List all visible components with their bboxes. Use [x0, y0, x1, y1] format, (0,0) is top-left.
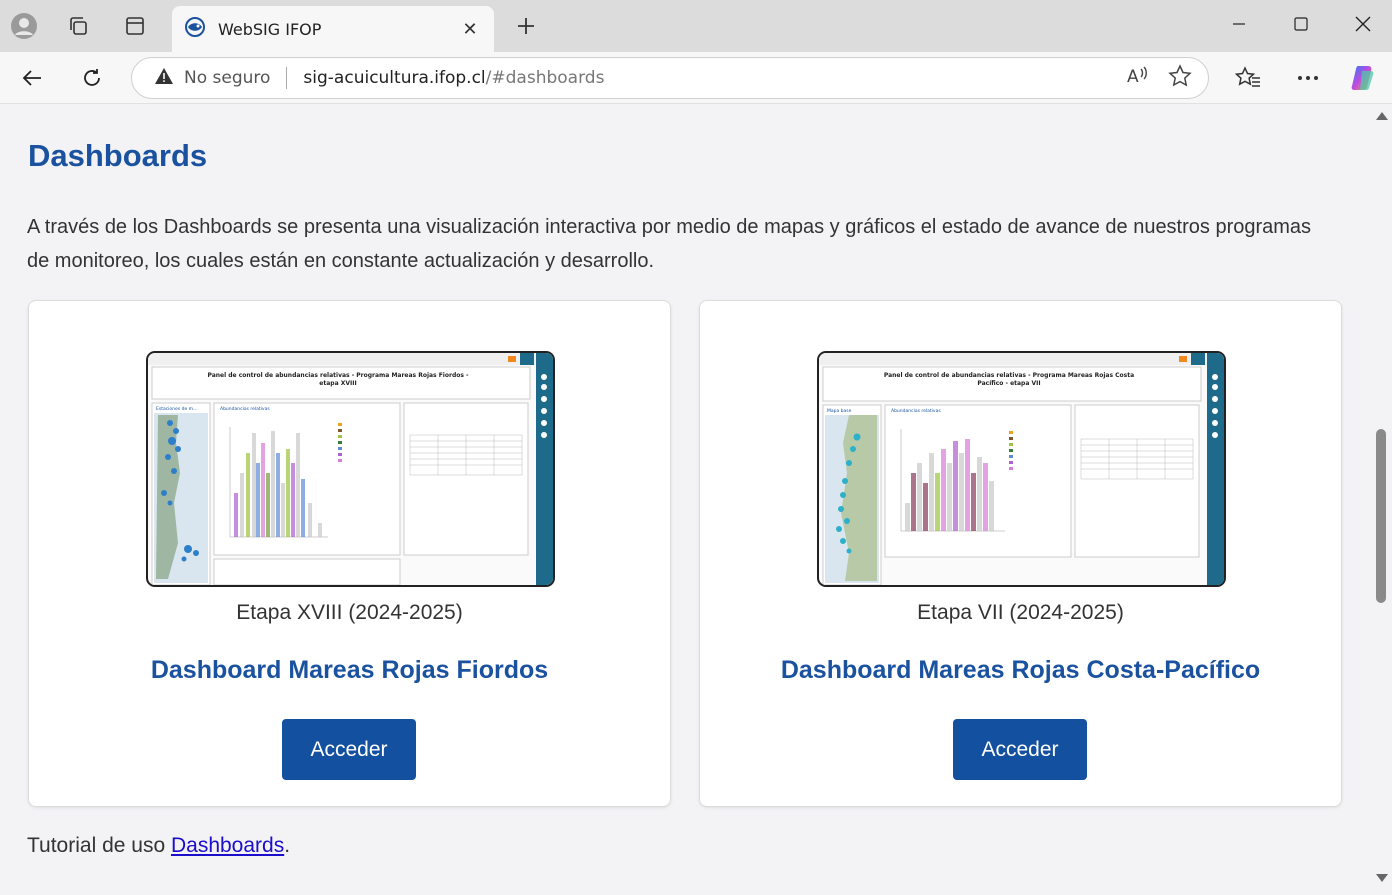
svg-text:Pacífico - etapa VII: Pacífico - etapa VII	[977, 380, 1040, 387]
tutorial-suffix: .	[284, 834, 291, 857]
access-button-fiordos[interactable]: Acceder	[282, 719, 416, 780]
tutorial-link[interactable]: Dashboards	[171, 834, 284, 857]
card-stage: Etapa XVIII (2024-2025)	[236, 601, 463, 624]
url-path[interactable]: /#dashboards	[486, 68, 605, 88]
close-window-button[interactable]	[1340, 8, 1386, 40]
tutorial-prefix: Tutorial de uso	[27, 834, 171, 857]
site-favicon-icon	[184, 16, 206, 43]
new-tab-button[interactable]	[510, 10, 542, 42]
dashboard-thumbnail[interactable]: Panel de control de abundancias relativa…	[817, 351, 1226, 587]
intro-text: A través de los Dashboards se presenta u…	[27, 216, 1312, 272]
card-stage: Etapa VII (2024-2025)	[917, 601, 1124, 624]
svg-text:Panel de control de abundancia: Panel de control de abundancias relativa…	[884, 372, 1134, 379]
warning-icon[interactable]	[154, 67, 174, 90]
url-host[interactable]: sig-acuicultura.ifop.cl	[303, 68, 485, 88]
access-button-costa-pacifico[interactable]: Acceder	[953, 719, 1087, 780]
vertical-scrollbar[interactable]	[1372, 104, 1392, 895]
favorites-icon[interactable]	[1230, 60, 1266, 96]
scroll-up-icon[interactable]	[1376, 112, 1388, 120]
tab-title: WebSIG IFOP	[218, 19, 322, 39]
copilot-icon[interactable]	[1346, 60, 1382, 96]
tab-websig-ifop[interactable]: WebSIG IFOP ✕	[172, 6, 494, 52]
dashboard-card-costa-pacifico: Panel de control de abundancias relativa…	[699, 300, 1342, 807]
profile-icon[interactable]	[6, 8, 42, 44]
card-title[interactable]: Dashboard Mareas Rojas Fiordos	[29, 656, 670, 685]
dashboard-thumbnail[interactable]: Panel de control de abundancias relativa…	[146, 351, 555, 587]
scroll-down-icon[interactable]	[1376, 874, 1388, 882]
tab-close-icon[interactable]: ✕	[458, 19, 482, 40]
more-icon[interactable]	[1290, 60, 1326, 96]
thumb-map-label: Mapa base	[827, 408, 852, 414]
back-icon[interactable]	[14, 60, 50, 96]
page-title: Dashboards	[28, 138, 208, 173]
read-aloud-icon[interactable]: A	[1126, 65, 1150, 92]
dashboard-card-fiordos: Panel de control de abundancias relativa…	[28, 300, 671, 807]
svg-text:Panel de control de abundancia: Panel de control de abundancias relativa…	[207, 372, 469, 379]
browser-toolbar: No seguro sig-acuicultura.ifop.cl/#dashb…	[0, 52, 1392, 104]
refresh-icon[interactable]	[74, 60, 110, 96]
maximize-button[interactable]	[1278, 8, 1324, 40]
tab-bar: WebSIG IFOP ✕	[0, 0, 1392, 52]
card-title[interactable]: Dashboard Mareas Rojas Costa-Pacífico	[700, 656, 1341, 685]
thumb-map-label: Estaciones de m...	[156, 406, 197, 412]
svg-text:A: A	[1127, 67, 1139, 87]
favorite-icon[interactable]	[1168, 64, 1192, 93]
address-separator	[286, 67, 288, 89]
page-content: Dashboards A través de los Dashboards se…	[0, 104, 1372, 895]
svg-text:etapa XVIII: etapa XVIII	[319, 380, 356, 387]
address-bar[interactable]: No seguro sig-acuicultura.ifop.cl/#dashb…	[131, 57, 1209, 99]
workspaces-icon[interactable]	[60, 8, 96, 44]
tutorial-text: Tutorial de uso Dashboards.	[27, 834, 290, 858]
tab-actions-icon[interactable]	[117, 8, 153, 44]
minimize-button[interactable]	[1216, 8, 1262, 40]
scrollbar-thumb[interactable]	[1376, 429, 1386, 603]
thumb-chart-label: Abundancias relativas	[220, 406, 270, 412]
thumb-chart-label: Abundancias relativas	[891, 408, 941, 414]
security-label[interactable]: No seguro	[184, 68, 270, 88]
